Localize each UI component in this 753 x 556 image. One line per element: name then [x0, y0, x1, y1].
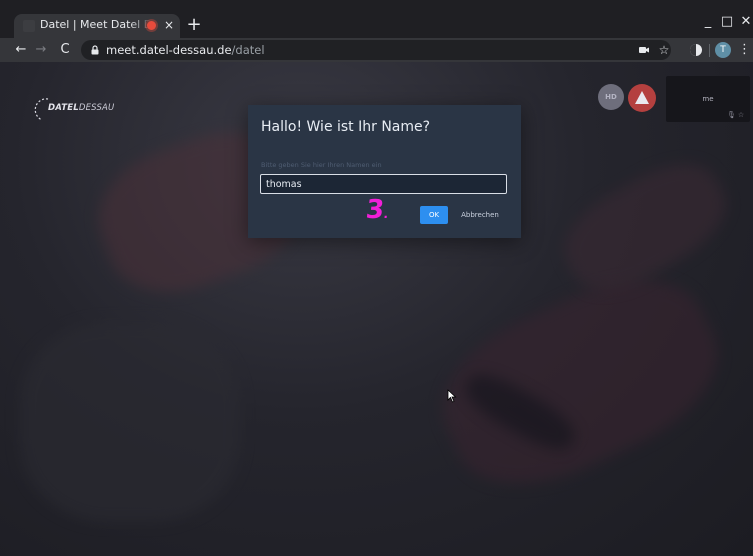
toolbar-divider	[709, 44, 710, 57]
lock-icon	[91, 45, 99, 55]
cursor-icon	[447, 389, 457, 403]
self-view-label: me	[702, 95, 714, 103]
name-dialog: Hallo! Wie ist Ihr Name? Bitte geben Sie…	[248, 105, 521, 238]
url-host: meet.datel-dessau.de	[106, 43, 232, 57]
extension-icon[interactable]	[688, 42, 704, 58]
tab-close-icon[interactable]: ×	[162, 17, 176, 33]
connection-warning-button[interactable]	[628, 84, 656, 112]
favicon-icon	[23, 20, 35, 32]
tab-title: Datel | Meet Datel Dessau	[40, 18, 152, 31]
reload-button[interactable]: C	[56, 41, 74, 59]
step-annotation: 3.	[364, 195, 389, 225]
tab-strip: Datel | Meet Datel Dessau × + _ □ ✕	[0, 0, 753, 38]
camera-icon[interactable]	[637, 44, 651, 56]
forward-button[interactable]: →	[32, 41, 50, 59]
profile-avatar[interactable]: T	[715, 42, 731, 58]
address-bar[interactable]: meet.datel-dessau.de/datel ☆	[81, 40, 671, 60]
meeting-page: DATELDESSAU HD me 🎙☆ Hallo! Wie ist Ihr …	[0, 62, 753, 556]
ok-button[interactable]: OK	[420, 206, 448, 224]
dialog-title: Hallo! Wie ist Ihr Name?	[261, 119, 431, 135]
hd-button[interactable]: HD	[598, 84, 624, 110]
minimize-button[interactable]: _	[700, 14, 716, 30]
datel-logo[interactable]: DATELDESSAU	[34, 94, 126, 122]
maximize-button[interactable]: □	[719, 14, 735, 30]
close-window-button[interactable]: ✕	[738, 14, 753, 30]
back-button[interactable]: ←	[12, 41, 30, 59]
new-tab-button[interactable]: +	[186, 16, 202, 34]
url-path: /datel	[231, 43, 265, 57]
mic-icon: 🎙☆	[727, 111, 747, 119]
logo-text-light: DESSAU	[78, 103, 115, 113]
self-view-thumbnail[interactable]: me 🎙☆	[666, 76, 750, 122]
browser-tab[interactable]: Datel | Meet Datel Dessau ×	[14, 14, 180, 38]
background-blur	[20, 322, 240, 522]
recording-indicator-icon	[147, 21, 156, 30]
name-input[interactable]	[260, 174, 507, 194]
name-field-label: Bitte geben Sie hier Ihren Namen ein	[261, 161, 382, 169]
star-icon[interactable]: ☆	[657, 42, 671, 58]
logo-text-bold: DATEL	[48, 103, 79, 113]
warning-icon	[635, 91, 649, 104]
cancel-button[interactable]: Abbrechen	[456, 206, 504, 224]
url-text: meet.datel-dessau.de/datel	[106, 42, 265, 58]
logo-text: DATELDESSAU	[48, 103, 114, 113]
browser-menu-icon[interactable]: ⋮	[738, 41, 751, 59]
browser-toolbar: ← → C meet.datel-dessau.de/datel ☆ T ⋮	[0, 38, 753, 62]
